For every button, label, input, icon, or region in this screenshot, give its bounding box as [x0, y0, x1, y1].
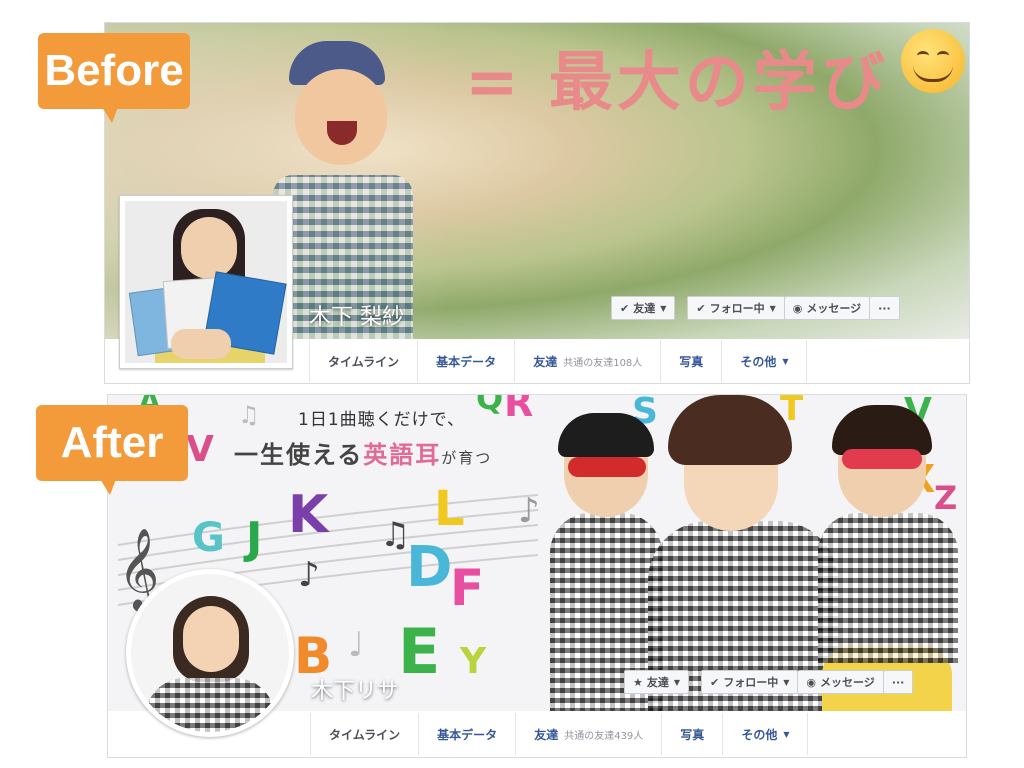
- before-profile-header: = 最大の学び 木下 梨紗 ✔ 友達 ▼ ✔ フォロー中 ▼ ◉ メッセージ ·…: [104, 22, 970, 384]
- music-note-icon: ♫: [238, 401, 260, 429]
- caret-down-icon: ▼: [783, 677, 790, 687]
- more-options-label: ···: [878, 301, 891, 315]
- profile-tabs: タイムライン 基本データ 友達 共通の友達439人 写真 その他 ▼: [310, 713, 809, 755]
- following-button[interactable]: ✔ フォロー中 ▼: [687, 296, 785, 320]
- messenger-icon: ◉: [806, 675, 817, 689]
- cover-text: = 最大の学び: [465, 46, 889, 120]
- following-button-label: フォロー中: [709, 302, 765, 315]
- smile-emoji-icon: [901, 29, 965, 93]
- profile-tabs: タイムライン 基本データ 友達 共通の友達108人 写真 その他 ▼: [309, 340, 808, 382]
- profile-actions: ★ 友達 ▼ ✔ フォロー中 ▼ ◉ メッセージ ···: [624, 670, 914, 694]
- tab-timeline[interactable]: タイムライン: [310, 340, 419, 382]
- letter-decoration: R: [504, 395, 534, 425]
- following-button-label: フォロー中: [723, 676, 779, 689]
- letter-decoration: Q: [476, 395, 504, 417]
- profile-name[interactable]: 木下 梨紗: [309, 299, 404, 331]
- music-note-icon: ♪: [298, 555, 320, 595]
- letter-decoration: F: [450, 559, 485, 617]
- caret-down-icon: ▼: [660, 303, 667, 313]
- tab-friends[interactable]: 友達 共通の友達439人: [516, 713, 663, 755]
- tab-about[interactable]: 基本データ: [419, 713, 517, 755]
- caret-down-icon: ▼: [782, 356, 789, 366]
- message-button[interactable]: ◉ メッセージ: [798, 670, 884, 694]
- message-button-label: メッセージ: [820, 676, 875, 689]
- friends-button[interactable]: ★ 友達 ▼: [624, 670, 690, 694]
- letter-decoration: E: [398, 615, 441, 688]
- letter-decoration: G: [192, 515, 225, 561]
- profile-picture[interactable]: [119, 195, 293, 369]
- check-icon: ✔: [710, 675, 720, 689]
- tab-photos[interactable]: 写真: [661, 340, 723, 382]
- letter-decoration: V: [186, 429, 214, 470]
- cover-tagline: 1日1曲聴くだけで、: [298, 410, 465, 430]
- after-profile-header: 𝄞 ♪ ♫ ♪ ♩ ♫ 1日1曲聴くだけで、 一生使える英語耳が育つ G J K…: [107, 394, 967, 758]
- letter-decoration: L: [434, 481, 465, 537]
- check-icon: ✔: [620, 301, 630, 315]
- message-button[interactable]: ◉ メッセージ: [784, 296, 871, 320]
- more-options-label: ···: [891, 675, 905, 689]
- friends-button[interactable]: ✔ 友達 ▼: [611, 296, 676, 320]
- letter-decoration: Y: [460, 641, 487, 682]
- tab-more[interactable]: その他 ▼: [723, 713, 809, 755]
- tab-photos[interactable]: 写真: [662, 713, 724, 755]
- more-options-button[interactable]: ···: [883, 670, 914, 694]
- profile-name[interactable]: 木下リサ: [311, 673, 399, 705]
- cover-headline: 一生使える英語耳が育つ: [234, 441, 493, 469]
- music-note-icon: ♩: [348, 625, 365, 665]
- mutual-friends-count: 共通の友達439人: [564, 730, 644, 742]
- profile-picture[interactable]: [126, 569, 294, 737]
- check-icon: ✔: [696, 301, 706, 315]
- letter-decoration: D: [406, 535, 453, 600]
- caret-down-icon: ▼: [769, 303, 776, 313]
- after-label: After: [36, 405, 188, 495]
- caret-down-icon: ▼: [783, 729, 790, 739]
- letter-decoration: K: [288, 485, 329, 545]
- messenger-icon: ◉: [792, 301, 803, 315]
- friends-button-label: 友達: [646, 676, 669, 689]
- mutual-friends-count: 共通の友達108人: [563, 357, 643, 369]
- profile-actions: ✔ 友達 ▼ ✔ フォロー中 ▼ ◉ メッセージ ···: [611, 296, 900, 320]
- star-icon: ★: [633, 675, 643, 689]
- following-button[interactable]: ✔ フォロー中 ▼: [701, 670, 799, 694]
- message-button-label: メッセージ: [806, 302, 862, 315]
- cover-family-photo: [532, 395, 962, 711]
- tab-timeline[interactable]: タイムライン: [311, 713, 420, 755]
- before-label: Before: [38, 33, 190, 123]
- more-options-button[interactable]: ···: [870, 296, 900, 320]
- tab-more[interactable]: その他 ▼: [722, 340, 808, 382]
- caret-down-icon: ▼: [673, 677, 681, 687]
- friends-button-label: 友達: [633, 302, 656, 315]
- tab-friends[interactable]: 友達 共通の友達108人: [515, 340, 662, 382]
- tab-about[interactable]: 基本データ: [418, 340, 516, 382]
- letter-decoration: J: [246, 513, 263, 564]
